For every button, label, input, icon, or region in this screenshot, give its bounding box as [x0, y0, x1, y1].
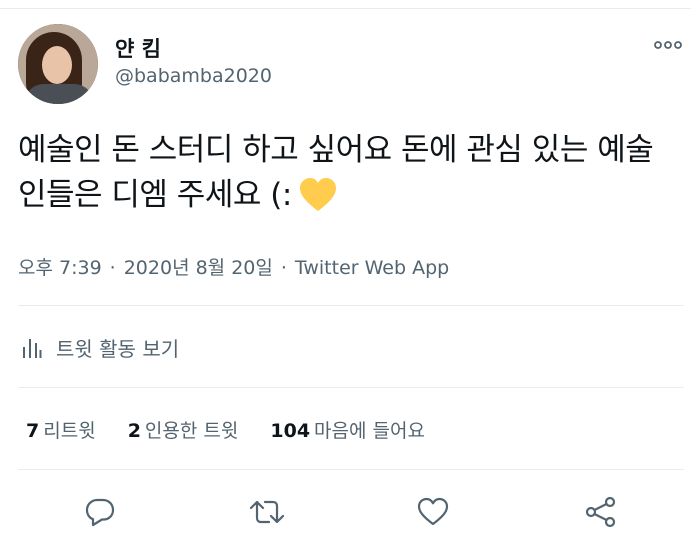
divider — [18, 469, 684, 470]
analytics-icon — [23, 338, 42, 358]
retweets-label: 리트윗 — [43, 420, 96, 442]
divider — [18, 305, 684, 306]
author-handle[interactable]: @babamba2020 — [115, 65, 272, 87]
top-divider — [0, 8, 691, 9]
likes-stat[interactable]: 104 마음에 들어요 — [270, 416, 425, 443]
quotes-label: 인용한 트윗 — [144, 420, 239, 442]
reply-button[interactable] — [82, 494, 118, 530]
tweet-time[interactable]: 오후 7:39 — [18, 257, 102, 279]
quotes-count: 2 — [127, 420, 141, 442]
tweet-date[interactable]: 2020년 8월 20일 — [124, 257, 273, 279]
tweet-actions — [0, 494, 691, 530]
retweet-icon — [249, 500, 285, 524]
quotes-stat[interactable]: 2 인용한 트윗 — [128, 416, 239, 443]
avatar[interactable] — [18, 24, 98, 104]
retweets-stat[interactable]: 7 리트윗 — [26, 416, 96, 443]
like-icon — [417, 497, 449, 526]
share-icon — [585, 496, 616, 528]
meta-separator: · — [109, 257, 116, 279]
likes-label: 마음에 들어요 — [314, 420, 425, 442]
divider — [18, 387, 684, 388]
reply-icon — [85, 498, 115, 527]
view-tweet-activity-button[interactable]: 트윗 활동 보기 — [22, 333, 179, 362]
tweet-text: 예술인 돈 스터디 하고 싶어요 돈에 관심 있는 예술인들은 디엠 주세요 (… — [18, 128, 678, 218]
author-display-name[interactable]: 얀 킴 — [115, 33, 161, 63]
tweet-stats: 7 리트윗 2 인용한 트윗 104 마음에 들어요 — [26, 416, 457, 443]
likes-count: 104 — [270, 420, 311, 442]
tweet-meta: 오후 7:39 · 2020년 8월 20일 · Twitter Web App — [18, 253, 449, 280]
retweets-count: 7 — [26, 420, 40, 442]
activity-label: 트윗 활동 보기 — [56, 337, 180, 361]
share-button[interactable] — [583, 494, 619, 530]
yellow-heart-icon — [299, 178, 336, 211]
retweet-button[interactable] — [249, 494, 285, 530]
like-button[interactable] — [415, 494, 451, 530]
meta-separator: · — [280, 257, 287, 279]
more-options-icon[interactable] — [653, 37, 683, 53]
tweet-source[interactable]: Twitter Web App — [295, 257, 449, 279]
